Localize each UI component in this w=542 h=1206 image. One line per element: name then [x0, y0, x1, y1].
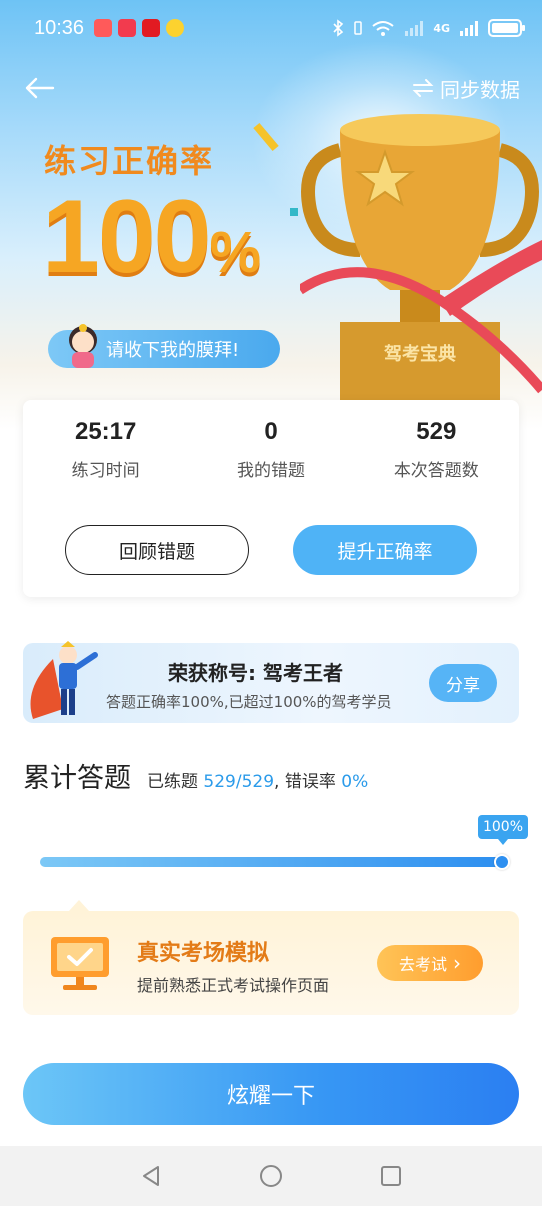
status-indicators: 4G	[331, 19, 525, 37]
exam-subtitle: 提前熟悉正式考试操作页面	[137, 976, 330, 995]
progress-header: 累计答题 已练题 529/529, 错误率 0%	[23, 756, 368, 795]
nav-home-button[interactable]	[256, 1161, 286, 1191]
stat-value: 0	[264, 418, 278, 445]
app-red-square-icon	[118, 19, 137, 37]
hero-pill-text: 请收下我的膜拜!	[106, 340, 240, 361]
accuracy-unit: %	[209, 220, 262, 285]
stat-label: 本次答题数	[393, 461, 479, 481]
progress-bar	[40, 857, 503, 867]
trophy-label: 驾考宝典	[384, 343, 456, 365]
network-type: 4G	[433, 21, 450, 35]
nav-back-button[interactable]	[136, 1161, 166, 1191]
stat-label: 练习时间	[71, 461, 140, 481]
chevron-right-icon: ›	[453, 951, 461, 975]
meta-separator: ,	[274, 772, 280, 792]
signal-2-icon	[460, 21, 478, 36]
system-nav-bar	[0, 1146, 542, 1206]
stat-practice-time: 25:17 练习时间	[23, 418, 188, 481]
square-recents-icon	[381, 1166, 401, 1186]
progress-fill	[40, 857, 503, 867]
done-label: 已练题	[147, 772, 198, 792]
girl-avatar	[69, 324, 97, 368]
go-exam-button[interactable]: 去考试 ›	[377, 945, 483, 981]
bluetooth-icon	[333, 19, 344, 37]
arrow-left-icon	[25, 77, 55, 99]
accuracy-value: 100%	[42, 178, 262, 297]
mock-exam-card[interactable]: 真实考场模拟 提前熟悉正式考试操作页面 去考试 ›	[23, 900, 519, 1015]
error-value: 0%	[341, 772, 369, 792]
stats-row: 25:17 练习时间 0 我的错题 529 本次答题数	[23, 400, 519, 481]
accuracy-label: 练习正确率	[44, 142, 215, 180]
error-label: 错误率	[284, 772, 336, 792]
stat-value: 25:17	[74, 418, 137, 445]
progress-meta: 已练题 529/529, 错误率 0%	[147, 767, 368, 792]
superhero-icon	[30, 641, 98, 719]
triangle-back-icon	[143, 1166, 159, 1186]
status-time: 10:36	[34, 16, 85, 39]
title-banner: 荣获称号: 驾考王者 答题正确率100%,已超过100%的驾考学员 分享	[23, 641, 519, 723]
signal-1-icon	[405, 21, 424, 36]
exam-title: 真实考场模拟	[137, 941, 270, 966]
stats-card: 25:17 练习时间 0 我的错题 529 本次答题数 回顾错题 提升正确率	[23, 400, 519, 597]
show-off-button[interactable]: 炫耀一下	[23, 1063, 519, 1125]
nav-recents-button[interactable]	[376, 1161, 406, 1191]
progress-title: 累计答题	[23, 763, 131, 794]
status-bar: 10:36 4G	[0, 0, 542, 56]
accuracy-number: 100	[42, 179, 212, 295]
hero-section: 10:36 4G 同步数据 练习正确率 100% 驾考宝典 请收下我的膜拜!	[0, 0, 542, 430]
stat-my-errors: 0 我的错题	[188, 418, 353, 481]
stats-actions: 回顾错题 提升正确率	[23, 481, 519, 575]
go-exam-label: 去考试	[398, 955, 447, 974]
status-app-icons	[94, 19, 185, 37]
back-button[interactable]	[22, 71, 56, 105]
progress-knob	[494, 854, 510, 870]
app-news-icon	[142, 19, 161, 37]
trophy-image: 驾考宝典	[300, 114, 542, 410]
vibrate-icon	[354, 21, 363, 35]
app-red-icon	[94, 19, 113, 37]
done-value: 529/529	[203, 772, 275, 792]
improve-accuracy-button[interactable]: 提升正确率	[293, 525, 477, 575]
battery-icon	[488, 19, 525, 37]
circle-home-icon	[260, 1165, 282, 1187]
stat-answer-count: 529 本次答题数	[354, 418, 519, 481]
stat-label: 我的错题	[236, 461, 305, 481]
share-button[interactable]: 分享	[429, 664, 497, 702]
app-yellow-icon	[166, 19, 185, 37]
honor-subtitle: 答题正确率100%,已超过100%的驾考学员	[106, 693, 392, 711]
monitor-check-icon	[51, 937, 109, 990]
review-errors-button[interactable]: 回顾错题	[65, 525, 249, 575]
progress-badge: 100%	[478, 815, 528, 845]
honor-title: 荣获称号: 驾考王者	[168, 661, 343, 685]
stat-value: 529	[416, 418, 457, 445]
wifi-icon	[372, 21, 394, 36]
